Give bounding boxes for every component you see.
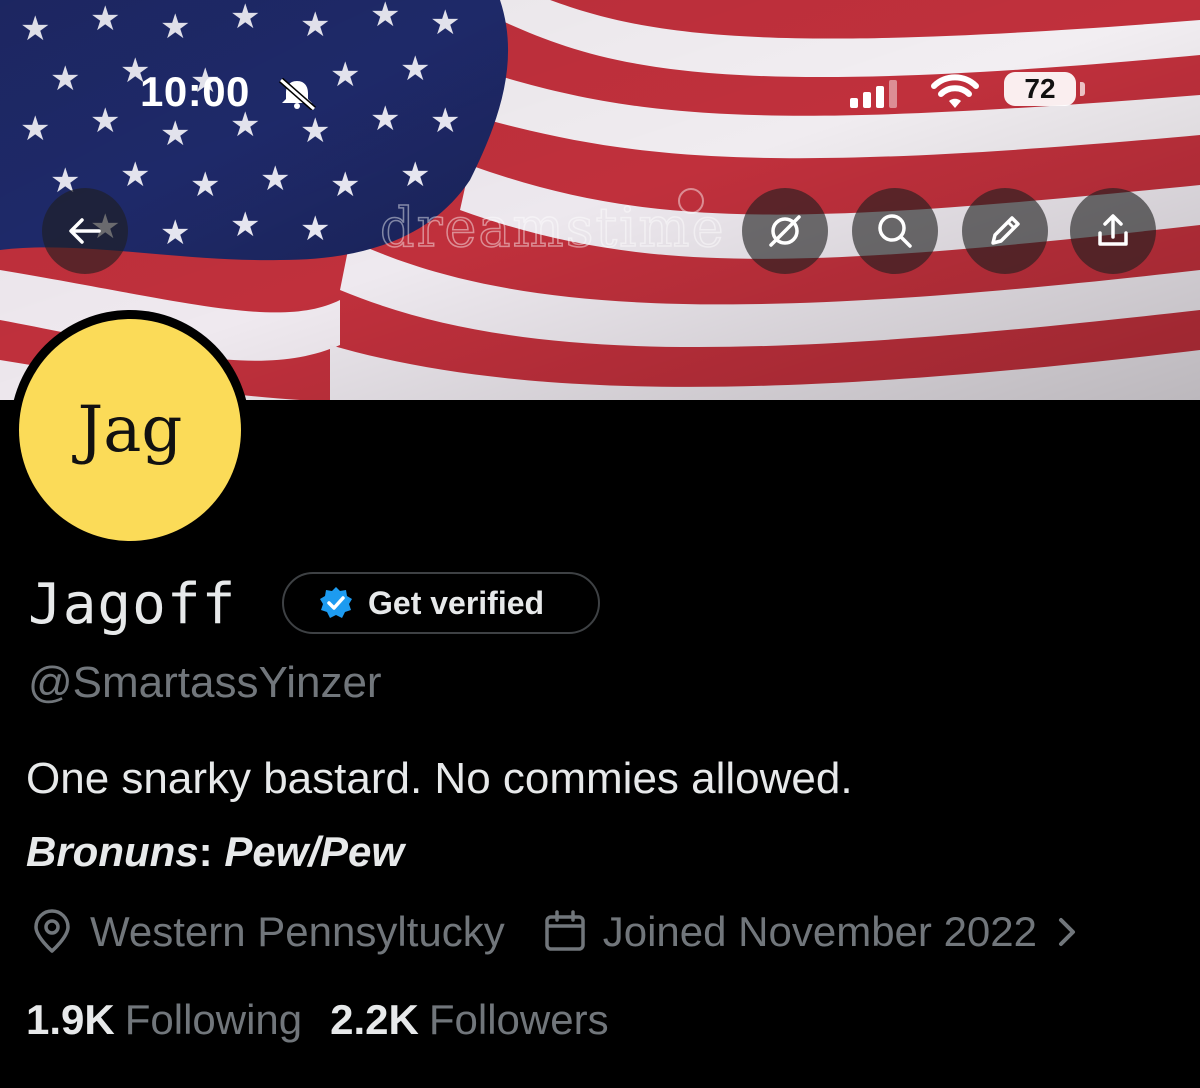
cellular-signal-icon <box>850 80 897 108</box>
watermark-logo <box>678 188 704 214</box>
avatar-text: Jag <box>19 319 241 541</box>
watermark-text: dreamstime <box>379 195 726 260</box>
slashed-circle-icon <box>769 215 801 247</box>
share-icon <box>1098 214 1128 246</box>
bio-text: One snarky bastard. No commies allowed. <box>26 754 853 803</box>
following-count: 1.9K <box>26 996 115 1043</box>
battery-nub <box>1080 82 1085 96</box>
verified-badge-icon <box>320 587 352 618</box>
location-pin-icon <box>34 909 70 953</box>
bell-slash-icon <box>279 78 316 110</box>
chevron-right-icon[interactable] <box>1055 912 1081 952</box>
edit-button[interactable] <box>962 188 1048 274</box>
user-handle: @SmartassYinzer <box>28 658 382 707</box>
grok-button[interactable] <box>742 188 828 274</box>
pronouns-label: Bronuns <box>26 828 199 875</box>
location-item: Western Pennsyltucky <box>28 908 505 956</box>
calendar-icon <box>544 910 585 951</box>
followers-link[interactable]: 2.2K Followers <box>330 996 608 1044</box>
follow-stats: 1.9K Following 2.2K Followers <box>26 996 609 1044</box>
display-name: Jagoff <box>28 572 237 637</box>
battery-indicator: 72 <box>1004 72 1076 106</box>
avatar[interactable]: Jag <box>10 310 250 550</box>
pencil-icon <box>991 216 1020 245</box>
pronouns-value: Pew/Pew <box>224 828 405 875</box>
search-icon <box>878 214 912 248</box>
following-link[interactable]: 1.9K Following <box>26 996 302 1044</box>
pronouns-separator: : <box>198 828 225 875</box>
following-label: Following <box>124 996 303 1043</box>
location-text: Western Pennsyltucky <box>90 908 505 955</box>
followers-label: Followers <box>428 996 609 1043</box>
status-time: 10:00 <box>140 68 250 115</box>
arrow-left-icon <box>69 218 101 244</box>
get-verified-button[interactable]: Get verified <box>282 572 600 634</box>
joined-item: Joined November 2022 <box>541 908 1037 956</box>
search-button[interactable] <box>852 188 938 274</box>
pronouns-line: Bronuns: Pew/Pew <box>26 828 404 876</box>
followers-count: 2.2K <box>330 996 419 1043</box>
get-verified-label: Get verified <box>368 584 545 621</box>
share-button[interactable] <box>1070 188 1156 274</box>
wifi-icon <box>931 74 979 108</box>
joined-text: Joined November 2022 <box>602 908 1038 955</box>
back-button[interactable] <box>42 188 128 274</box>
profile-meta-row: Western Pennsyltucky Joined November 202… <box>28 902 1095 962</box>
